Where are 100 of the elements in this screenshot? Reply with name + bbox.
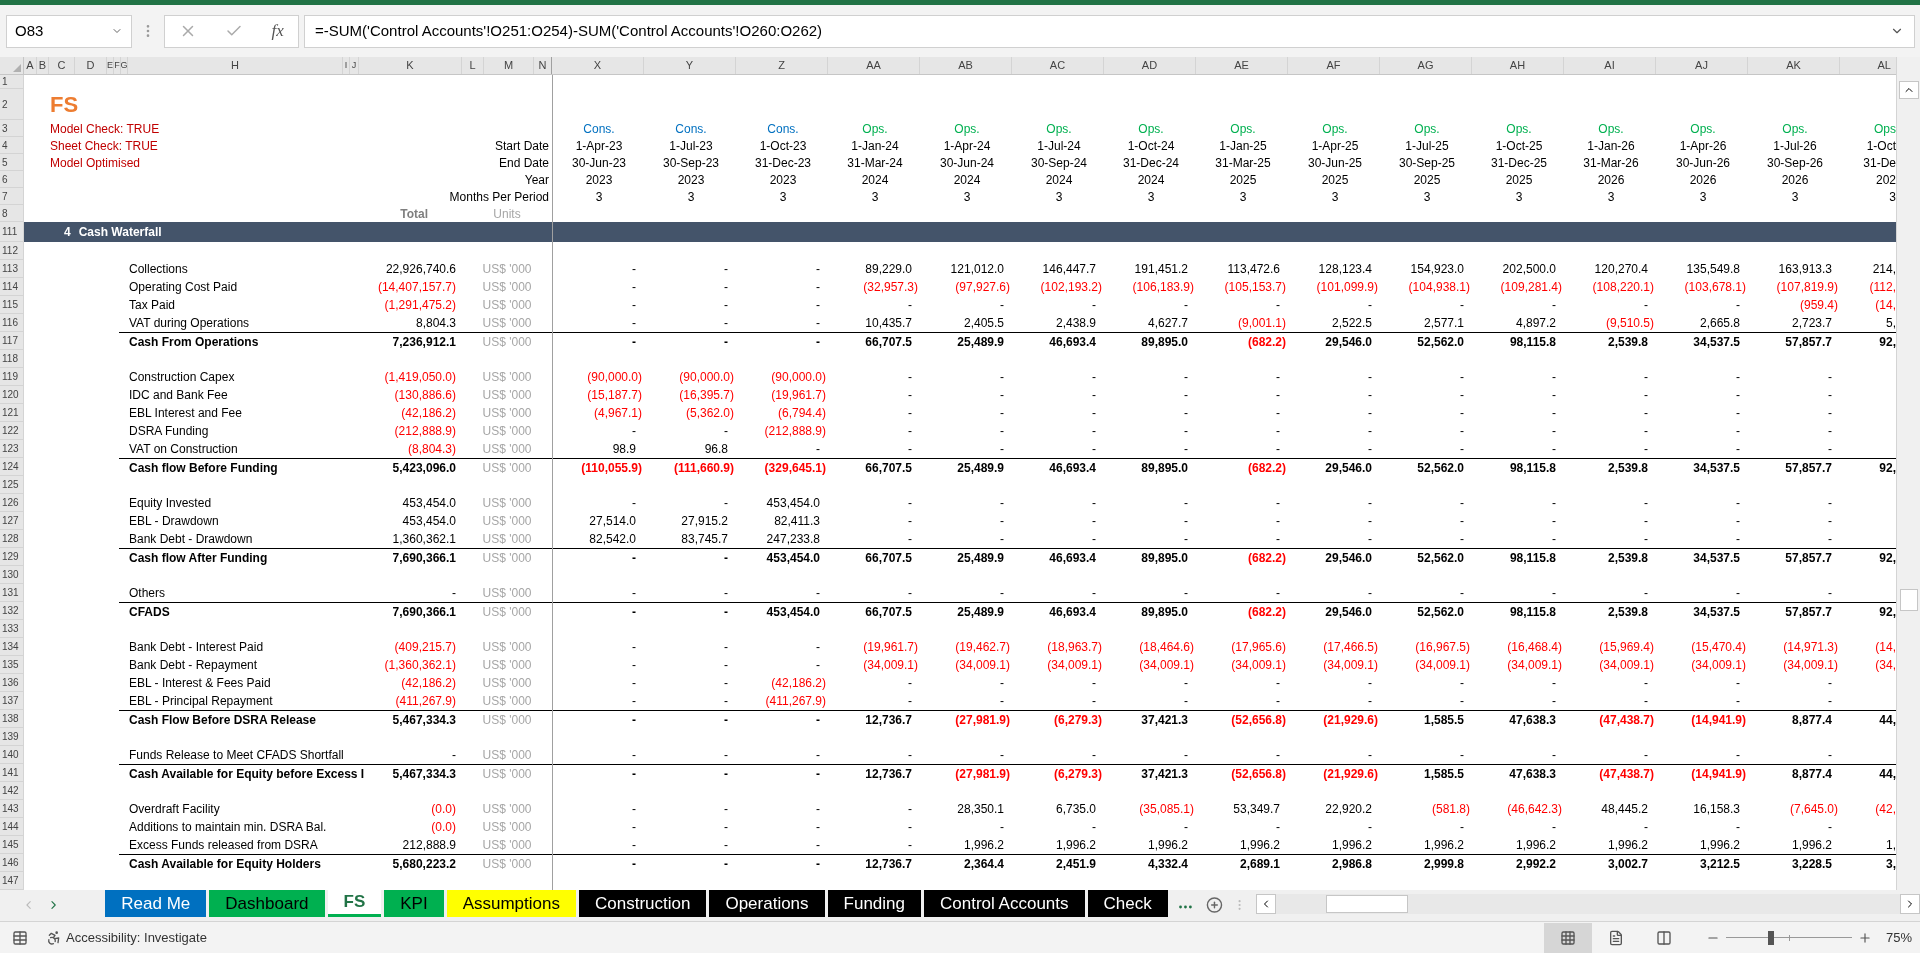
column-header[interactable]: C (49, 57, 75, 74)
row-number[interactable]: 142 (0, 782, 24, 800)
row-number[interactable]: 120 (0, 386, 24, 404)
scroll-left-button[interactable] (1255, 894, 1276, 914)
view-button[interactable] (1543, 922, 1592, 953)
scroll-thumb[interactable] (1899, 589, 1918, 611)
sheet-tab[interactable]: FS (327, 890, 382, 917)
sheet-tab[interactable]: Operations (709, 890, 825, 917)
row-number[interactable]: 1 (0, 75, 24, 89)
accessibility-icon[interactable] (46, 929, 62, 946)
row-number[interactable]: 134 (0, 638, 24, 656)
row-number[interactable]: 114 (0, 278, 24, 296)
column-header[interactable]: AH (1472, 57, 1564, 74)
column-header[interactable]: G (121, 57, 128, 74)
row-number[interactable]: 127 (0, 512, 24, 530)
row-number[interactable]: 113 (0, 260, 24, 278)
sheet-tab[interactable]: Read Me (105, 890, 207, 917)
accessibility-status[interactable]: Accessibility: Investigate (66, 927, 207, 948)
row-number[interactable]: 2 (0, 89, 24, 120)
row-number[interactable]: 146 (0, 854, 24, 872)
row-number[interactable]: 122 (0, 422, 24, 440)
zoom-in-icon[interactable] (1857, 930, 1872, 945)
column-header[interactable]: AB (920, 57, 1012, 74)
add-sheet-icon[interactable] (1205, 896, 1223, 914)
row-number[interactable]: 5 (0, 154, 24, 171)
column-header[interactable]: K (359, 57, 462, 74)
column-header[interactable]: E (107, 57, 114, 74)
scroll-up-button[interactable] (1898, 81, 1919, 99)
row-number[interactable]: 4 (0, 137, 24, 154)
row-number[interactable]: 147 (0, 872, 24, 890)
row-number[interactable]: 128 (0, 530, 24, 548)
sheet-tab[interactable]: Assumptions (446, 890, 576, 917)
column-header[interactable]: AI (1564, 57, 1656, 74)
sheet-tab[interactable]: Dashboard (209, 890, 325, 917)
column-header[interactable]: Z (736, 57, 828, 74)
row-number[interactable]: 125 (0, 476, 24, 494)
row-number[interactable]: 118 (0, 350, 24, 368)
row-number[interactable]: 138 (0, 710, 24, 728)
column-header[interactable]: L (462, 57, 484, 74)
sheet-tab[interactable]: Funding (827, 890, 921, 917)
sheet-tab[interactable]: Check (1087, 890, 1168, 917)
row-number[interactable]: 131 (0, 584, 24, 602)
row-number[interactable]: 117 (0, 332, 24, 350)
row-number[interactable]: 3 (0, 120, 24, 137)
sheet-tab[interactable]: Control Accounts (924, 890, 1085, 917)
zoom-slider[interactable] (1725, 930, 1852, 945)
row-number[interactable]: 140 (0, 746, 24, 764)
column-header[interactable]: I (343, 57, 350, 74)
row-number[interactable]: 144 (0, 818, 24, 836)
row-number[interactable]: 8 (0, 205, 24, 222)
zoom-level[interactable]: 75% (1885, 927, 1912, 948)
row-number[interactable]: 115 (0, 296, 24, 314)
column-header[interactable]: B (37, 57, 49, 74)
row-number[interactable]: 126 (0, 494, 24, 512)
name-box[interactable]: O83 (6, 14, 132, 48)
row-number[interactable]: 121 (0, 404, 24, 422)
row-number[interactable]: 6 (0, 171, 24, 188)
column-header[interactable]: J (350, 57, 359, 74)
scroll-thumb[interactable] (1325, 895, 1408, 913)
row-number[interactable]: 123 (0, 440, 24, 458)
row-number[interactable]: 119 (0, 368, 24, 386)
column-header[interactable]: AK (1748, 57, 1840, 74)
row-number[interactable]: 130 (0, 566, 24, 584)
slider-thumb[interactable] (1768, 930, 1775, 945)
column-header[interactable]: H (128, 57, 343, 74)
row-number[interactable]: 136 (0, 674, 24, 692)
row-number[interactable]: 112 (0, 242, 24, 260)
row-number[interactable]: 116 (0, 314, 24, 332)
column-header[interactable]: D (75, 57, 107, 74)
row-number[interactable]: 135 (0, 656, 24, 674)
row-number[interactable]: 111 (0, 222, 24, 242)
formula-field[interactable]: =-SUM('Control Accounts'!O251:O254)-SUM('Control Accounts'!O260:O262) (304, 14, 1915, 48)
column-header[interactable]: AD (1104, 57, 1196, 74)
scroll-right-button[interactable] (1900, 894, 1920, 914)
column-header[interactable]: F (114, 57, 121, 74)
column-header[interactable]: AF (1288, 57, 1380, 74)
column-header[interactable]: M (484, 57, 534, 74)
column-header[interactable]: Y (644, 57, 736, 74)
column-header[interactable]: A (24, 57, 37, 74)
column-header[interactable]: AE (1196, 57, 1288, 74)
column-header[interactable]: AA (828, 57, 920, 74)
row-number[interactable]: 124 (0, 458, 24, 476)
cell-mode-icon[interactable] (12, 929, 28, 946)
column-header[interactable]: AJ (1656, 57, 1748, 74)
row-number[interactable]: 137 (0, 692, 24, 710)
row-number[interactable]: 7 (0, 188, 24, 205)
row-number[interactable]: 129 (0, 548, 24, 566)
column-header[interactable]: AC (1012, 57, 1104, 74)
sheet-tab[interactable]: Construction (578, 890, 707, 917)
column-header[interactable]: AL (1840, 57, 1895, 74)
row-number[interactable]: 133 (0, 620, 24, 638)
row-number[interactable]: 132 (0, 602, 24, 620)
sheet-tab[interactable]: KPI (384, 890, 444, 917)
row-number[interactable]: 143 (0, 800, 24, 818)
insert-function-button[interactable]: fx (271, 18, 284, 44)
row-number[interactable]: 141 (0, 764, 24, 782)
row-number[interactable]: 145 (0, 836, 24, 854)
column-header[interactable]: X (552, 57, 644, 74)
horizontal-scrollbar[interactable] (1255, 894, 1920, 914)
column-header[interactable]: AG (1380, 57, 1472, 74)
